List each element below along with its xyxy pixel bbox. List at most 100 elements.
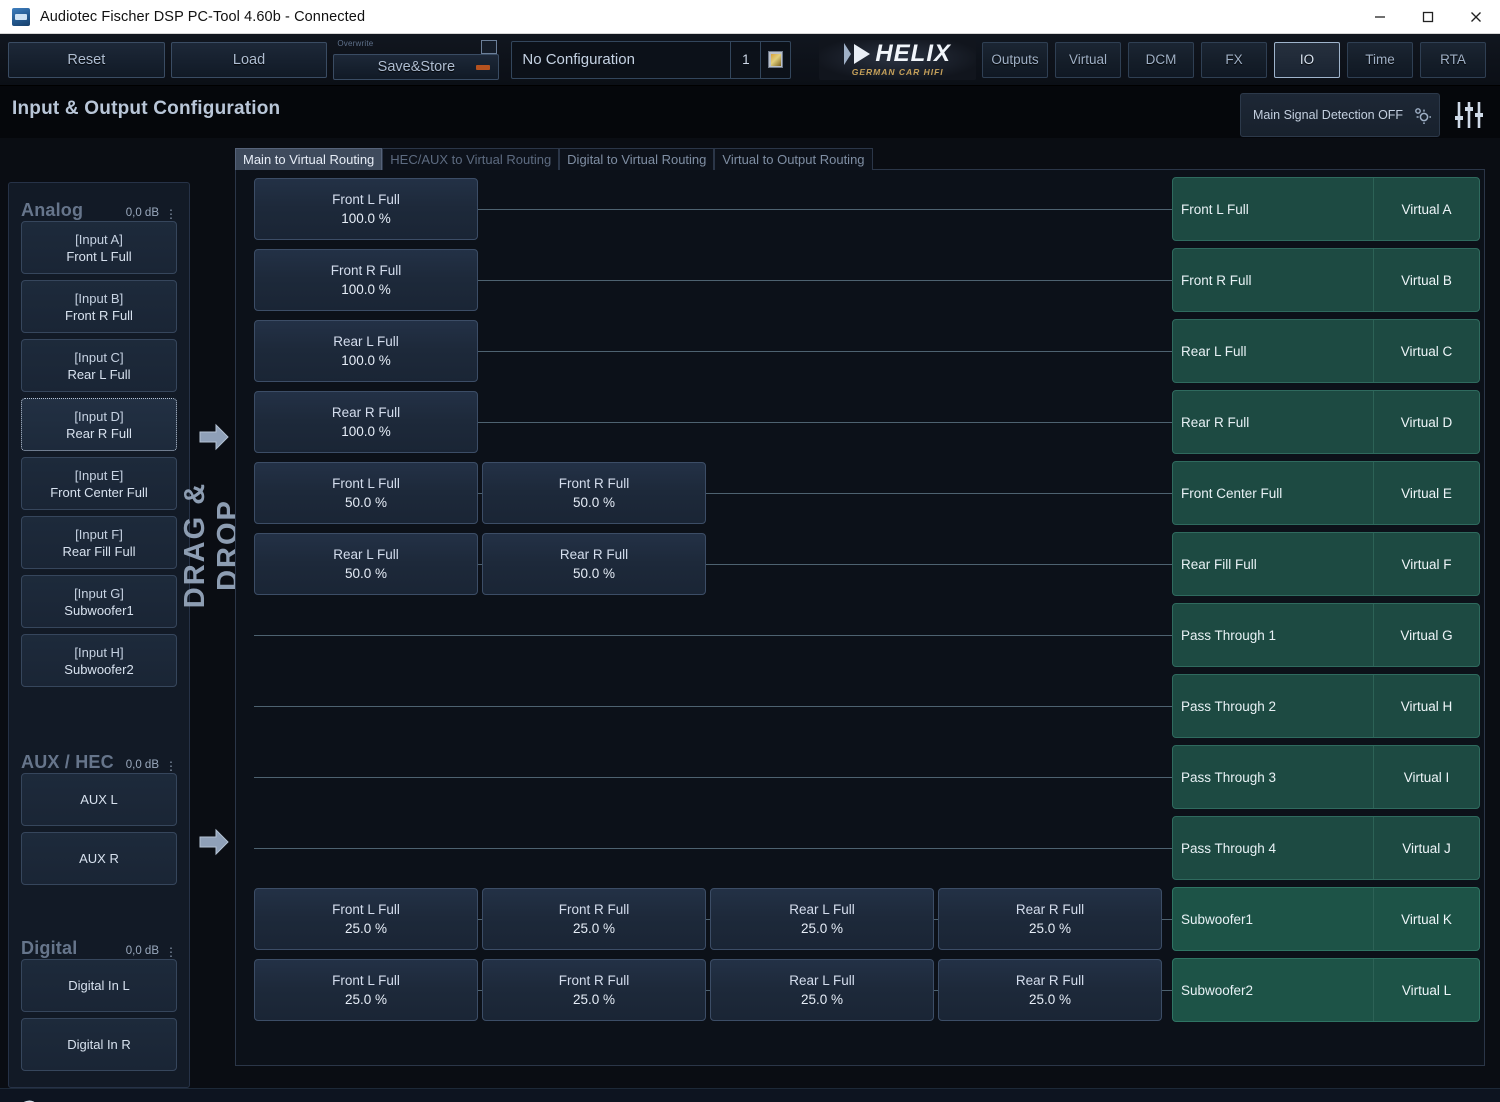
virtual-channel-label: Virtual L xyxy=(1401,982,1452,998)
close-button[interactable] xyxy=(1452,0,1500,33)
save-store-label: Save&Store xyxy=(377,58,456,75)
routing-cell-source: Rear R Full xyxy=(331,405,401,420)
nav-tab-io[interactable]: IO xyxy=(1274,41,1341,78)
sidebar-group-header-digital: Digital 0,0 dB ⋮ xyxy=(21,921,177,959)
nav-tabs: Outputs Virtual DCM FX IO Time RTA xyxy=(982,41,1492,78)
routing-tab-hec-aux-to-virtual[interactable]: HEC/AUX to Virtual Routing xyxy=(382,148,560,170)
main-signal-detection-button[interactable]: Main Signal Detection OFF xyxy=(1240,93,1440,137)
routing-cell[interactable]: Front R Full 25.0 % xyxy=(482,959,706,1021)
sidebar-group-title-aux-hec: AUX / HEC xyxy=(21,752,114,772)
routing-row-virtual-j: Pass Through 4 Virtual J xyxy=(236,813,1482,883)
routing-cell-source: Rear L Full xyxy=(333,334,399,349)
save-store-button[interactable]: Save&Store xyxy=(333,53,500,80)
virtual-channel-name: Pass Through 2 xyxy=(1173,675,1374,737)
routing-cell[interactable]: Front R Full 50.0 % xyxy=(482,462,706,524)
virtual-channel-a[interactable]: Front L Full Virtual A xyxy=(1172,177,1480,241)
overwrite-checkbox[interactable] xyxy=(481,39,498,54)
sidebar-item-input-a[interactable]: [Input A] Front L Full xyxy=(21,221,177,274)
sidebar-item-input-h[interactable]: [Input H] Subwoofer2 xyxy=(21,634,177,687)
virtual-channel-label: Virtual G xyxy=(1400,627,1453,643)
nav-tab-fx[interactable]: FX xyxy=(1201,41,1268,78)
virtual-channel-label: Virtual F xyxy=(1401,556,1452,572)
virtual-channel-label: Virtual J xyxy=(1402,840,1451,856)
virtual-channel-e[interactable]: Front Center Full Virtual E xyxy=(1172,461,1480,525)
sidebar-item-input-d[interactable]: [Input D] Rear R Full xyxy=(21,398,177,451)
sidebar-item-input-e[interactable]: [Input E] Front Center Full xyxy=(21,457,177,510)
sidebar-item-input-f[interactable]: [Input F] Rear Fill Full xyxy=(21,516,177,569)
configuration-edit-button[interactable] xyxy=(760,41,790,78)
routing-cell[interactable]: Rear L Full 100.0 % xyxy=(254,320,478,382)
sliders-icon[interactable] xyxy=(1452,100,1486,130)
configuration-name[interactable]: No Configuration xyxy=(512,42,730,78)
virtual-channel-i[interactable]: Pass Through 3 Virtual I xyxy=(1172,745,1480,809)
routing-cell-source: Front R Full xyxy=(558,902,630,917)
routing-cell[interactable]: Rear L Full 50.0 % xyxy=(254,533,478,595)
routing-tab-digital-to-virtual[interactable]: Digital to Virtual Routing xyxy=(559,148,715,170)
nav-tab-time[interactable]: Time xyxy=(1347,41,1414,78)
routing-row-virtual-g: Pass Through 1 Virtual G xyxy=(236,600,1482,670)
virtual-channel-k[interactable]: Subwoofer1 Virtual K xyxy=(1172,887,1480,951)
routing-cell[interactable]: Rear R Full 25.0 % xyxy=(938,888,1162,950)
routing-row-virtual-a: Front L Full 100.0 % Front L Full Virtua… xyxy=(236,174,1482,244)
routing-tab-virtual-to-output[interactable]: Virtual to Output Routing xyxy=(714,148,873,170)
nav-tab-virtual[interactable]: Virtual xyxy=(1055,41,1122,78)
configuration-number[interactable]: 1 xyxy=(730,41,760,78)
sidebar-item-aux-l[interactable]: AUX L xyxy=(21,773,177,826)
routing-cell-percent: 25.0 % xyxy=(344,992,388,1007)
nav-tab-outputs[interactable]: Outputs xyxy=(982,41,1049,78)
main-signal-detection-label: Main Signal Detection OFF xyxy=(1253,108,1404,122)
virtual-channel-c[interactable]: Rear L Full Virtual C xyxy=(1172,319,1480,383)
routing-cell-percent: 25.0 % xyxy=(1028,992,1072,1007)
routing-cell[interactable]: Front L Full 25.0 % xyxy=(254,959,478,1021)
nav-tab-dcm[interactable]: DCM xyxy=(1128,41,1195,78)
sidebar-item-input-b[interactable]: [Input B] Front R Full xyxy=(21,280,177,333)
virtual-channel-label: Virtual H xyxy=(1400,698,1453,714)
sidebar-group-gain-aux-hec[interactable]: 0,0 dB xyxy=(126,759,159,773)
maximize-button[interactable] xyxy=(1404,0,1452,33)
clock-icon[interactable] xyxy=(14,1097,44,1102)
sidebar-group-menu-icon-digital[interactable]: ⋮ xyxy=(165,946,177,959)
virtual-channel-d[interactable]: Rear R Full Virtual D xyxy=(1172,390,1480,454)
routing-cell-percent: 50.0 % xyxy=(572,495,616,510)
routing-tab-main-to-virtual[interactable]: Main to Virtual Routing xyxy=(235,148,383,170)
sidebar-group-menu-icon-analog[interactable]: ⋮ xyxy=(165,208,177,221)
routing-cells-f: Rear L Full 50.0 % Rear R Full 50.0 % xyxy=(236,533,706,595)
routing-cell[interactable]: Rear L Full 25.0 % xyxy=(710,888,934,950)
routing-cell[interactable]: Front R Full 100.0 % xyxy=(254,249,478,311)
logo-row: HELIX xyxy=(844,42,951,66)
virtual-channel-j[interactable]: Pass Through 4 Virtual J xyxy=(1172,816,1480,880)
sidebar-item-input-g[interactable]: [Input G] Subwoofer1 xyxy=(21,575,177,628)
routing-cell-percent: 100.0 % xyxy=(341,211,391,226)
virtual-channel-f[interactable]: Rear Fill Full Virtual F xyxy=(1172,532,1480,596)
virtual-channel-l[interactable]: Subwoofer2 Virtual L xyxy=(1172,958,1480,1022)
load-button[interactable]: Load xyxy=(170,41,328,78)
virtual-channel-label: Virtual D xyxy=(1400,414,1453,430)
virtual-channel-h[interactable]: Pass Through 2 Virtual H xyxy=(1172,674,1480,738)
reset-button[interactable]: Reset xyxy=(8,41,165,78)
virtual-channel-g[interactable]: Pass Through 1 Virtual G xyxy=(1172,603,1480,667)
sidebar-group-gain-digital[interactable]: 0,0 dB xyxy=(126,945,159,959)
sidebar-group-gain-analog[interactable]: 0,0 dB xyxy=(126,207,159,221)
routing-cell[interactable]: Rear R Full 25.0 % xyxy=(938,959,1162,1021)
sidebar-item-digital-in-l[interactable]: Digital In L xyxy=(21,959,177,1012)
input-b-id: [Input B] xyxy=(74,290,124,306)
routing-cell[interactable]: Front L Full 100.0 % xyxy=(254,178,478,240)
routing-cell[interactable]: Front L Full 50.0 % xyxy=(254,462,478,524)
main-toolbar: Reset Load Overwrite Save&Store No Confi… xyxy=(0,34,1500,86)
sidebar-group-menu-icon-aux-hec[interactable]: ⋮ xyxy=(165,760,177,773)
routing-cell[interactable]: Rear R Full 50.0 % xyxy=(482,533,706,595)
routing-cell-percent: 25.0 % xyxy=(572,992,616,1007)
sidebar-item-aux-r[interactable]: AUX R xyxy=(21,832,177,885)
routing-line-g xyxy=(254,634,1176,636)
sidebar-item-digital-in-r[interactable]: Digital In R xyxy=(21,1018,177,1071)
routing-cell[interactable]: Rear R Full 100.0 % xyxy=(254,391,478,453)
routing-cell[interactable]: Front L Full 25.0 % xyxy=(254,888,478,950)
sidebar-item-input-c[interactable]: [Input C] Rear L Full xyxy=(21,339,177,392)
nav-tab-rta[interactable]: RTA xyxy=(1420,41,1487,78)
routing-cell-percent: 50.0 % xyxy=(344,495,388,510)
routing-cell[interactable]: Front R Full 25.0 % xyxy=(482,888,706,950)
minimize-button[interactable] xyxy=(1356,0,1404,33)
virtual-channel-name: Subwoofer1 xyxy=(1173,888,1374,950)
routing-cell[interactable]: Rear L Full 25.0 % xyxy=(710,959,934,1021)
virtual-channel-b[interactable]: Front R Full Virtual B xyxy=(1172,248,1480,312)
